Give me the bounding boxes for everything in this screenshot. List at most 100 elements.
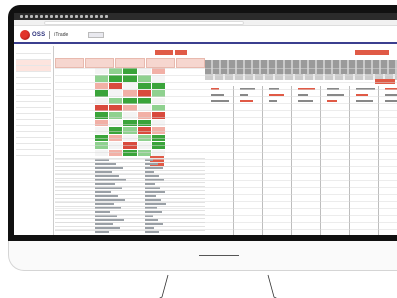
list-row[interactable] xyxy=(95,163,116,165)
matrix-cell[interactable] xyxy=(123,75,137,82)
list-row-divider xyxy=(55,230,205,231)
grid-row-line xyxy=(55,96,397,97)
list-row[interactable] xyxy=(95,223,113,225)
list-row[interactable] xyxy=(95,167,123,169)
grid-row-line xyxy=(55,201,397,202)
column-header-row xyxy=(55,58,206,68)
browser-tab-strip xyxy=(20,15,108,18)
list-row-detail xyxy=(145,211,162,213)
matrix-cell[interactable] xyxy=(137,75,151,82)
column-header[interactable] xyxy=(175,58,206,68)
list-row-detail xyxy=(145,219,158,221)
list-row[interactable] xyxy=(95,211,110,213)
column-header[interactable] xyxy=(85,58,115,68)
list-row-divider xyxy=(55,170,205,171)
data-list xyxy=(55,158,205,235)
grid-row-line xyxy=(55,124,397,125)
list-row[interactable] xyxy=(95,183,115,185)
browser-tab[interactable] xyxy=(105,15,108,18)
browser-tab[interactable] xyxy=(70,15,73,18)
monitor-chin xyxy=(8,241,397,271)
list-row-detail xyxy=(145,191,165,193)
column-header[interactable] xyxy=(115,58,145,68)
app-logo[interactable]: OSS iTrade xyxy=(20,30,68,40)
grid-row-line xyxy=(55,75,397,76)
grid-row-line xyxy=(55,215,397,216)
timeline-bar[interactable] xyxy=(298,100,313,102)
timeline-bar[interactable] xyxy=(269,100,277,102)
browser-tab[interactable] xyxy=(80,15,83,18)
browser-tab[interactable] xyxy=(40,15,43,18)
grid-row-line xyxy=(55,180,397,181)
column-header[interactable] xyxy=(145,58,175,68)
browser-tab[interactable] xyxy=(55,15,58,18)
header-tab[interactable] xyxy=(88,32,104,38)
monitor-stand xyxy=(148,271,288,298)
timeline-header-band xyxy=(205,60,397,74)
grid-row-line xyxy=(55,110,397,111)
list-row-detail xyxy=(145,175,159,177)
timeline-bar[interactable] xyxy=(327,100,337,102)
grid-row-line xyxy=(55,131,397,132)
grid-row-line xyxy=(55,117,397,118)
timeline-bar[interactable] xyxy=(240,100,253,102)
browser-tab[interactable] xyxy=(75,15,78,18)
timeline-bar[interactable] xyxy=(385,100,397,102)
column-header[interactable] xyxy=(55,58,85,68)
toolbar-action-button-1[interactable] xyxy=(155,50,173,55)
logo-globe-icon xyxy=(20,30,30,40)
list-row[interactable] xyxy=(95,175,119,177)
browser-tab[interactable] xyxy=(25,15,28,18)
browser-tab[interactable] xyxy=(100,15,103,18)
left-sidebar xyxy=(14,46,54,235)
url-input[interactable] xyxy=(44,21,244,25)
browser-tab[interactable] xyxy=(50,15,53,18)
grid-row-line xyxy=(55,222,397,223)
browser-tab[interactable] xyxy=(30,15,33,18)
grid-row-line xyxy=(55,145,397,146)
list-row-divider xyxy=(55,218,205,219)
browser-tab[interactable] xyxy=(85,15,88,18)
list-row[interactable] xyxy=(95,195,118,197)
monitor-chin-line xyxy=(199,255,239,256)
browser-tab[interactable] xyxy=(45,15,48,18)
browser-tab[interactable] xyxy=(60,15,63,18)
grid-row-line xyxy=(55,82,397,83)
grid-row-line xyxy=(55,208,397,209)
browser-tab[interactable] xyxy=(95,15,98,18)
list-row[interactable] xyxy=(95,203,114,205)
matrix-cell[interactable] xyxy=(109,75,123,82)
list-row-divider xyxy=(55,182,205,183)
grid-row-line xyxy=(55,173,397,174)
grid-row-line xyxy=(55,194,397,195)
toolbar-action-button-2[interactable] xyxy=(175,50,187,55)
toolbar-action-button-3[interactable] xyxy=(355,50,389,55)
list-row-divider xyxy=(55,190,205,191)
list-row-divider xyxy=(55,174,205,175)
list-row[interactable] xyxy=(95,219,124,221)
browser-tab[interactable] xyxy=(35,15,38,18)
browser-tab[interactable] xyxy=(90,15,93,18)
main-panel xyxy=(55,46,397,235)
browser-tab[interactable] xyxy=(20,15,23,18)
monitor-stand-shape xyxy=(159,274,277,298)
timeline-bar[interactable] xyxy=(356,100,373,102)
list-row-divider xyxy=(55,206,205,207)
list-row-divider xyxy=(55,226,205,227)
browser-tab[interactable] xyxy=(65,15,68,18)
sidebar-item[interactable] xyxy=(16,150,51,156)
list-row-divider xyxy=(55,178,205,179)
monitor-screen: OSS iTrade xyxy=(14,13,397,235)
list-row-divider xyxy=(55,210,205,211)
list-row[interactable] xyxy=(95,191,111,193)
list-row[interactable] xyxy=(95,231,109,233)
grid-row-line xyxy=(55,152,397,153)
list-row-divider xyxy=(55,162,205,163)
product-name: iTrade xyxy=(54,32,69,38)
list-row-detail xyxy=(145,183,155,185)
browser-title-bar xyxy=(14,13,397,20)
timeline-bar[interactable] xyxy=(211,100,229,102)
list-row-divider xyxy=(55,202,205,203)
matrix-cell[interactable] xyxy=(95,75,109,82)
matrix-cell[interactable] xyxy=(151,75,165,82)
